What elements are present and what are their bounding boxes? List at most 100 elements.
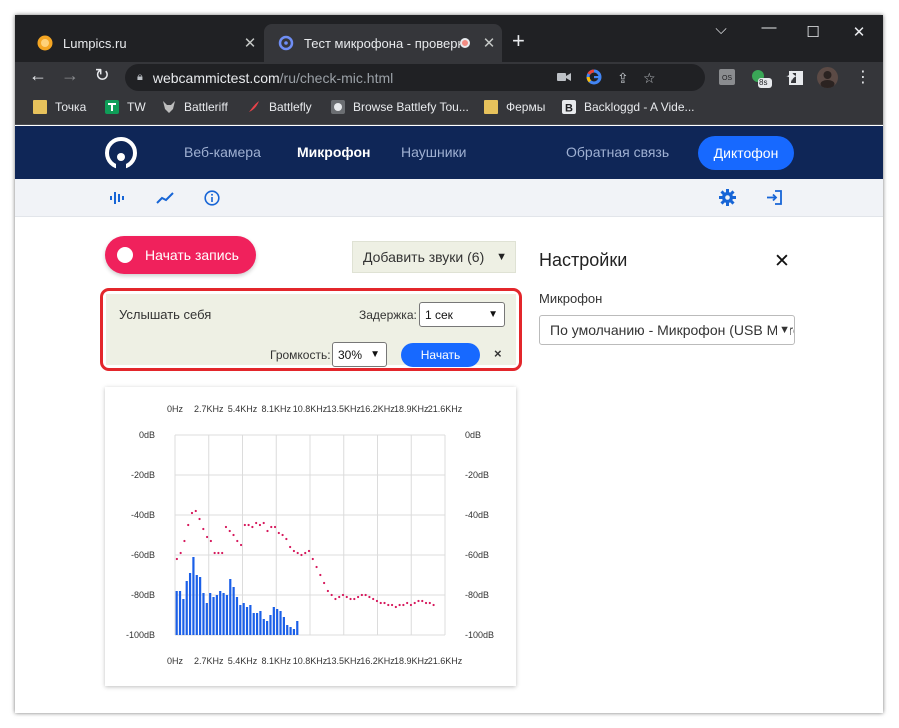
nav-microphone[interactable]: Микрофон: [297, 144, 370, 160]
spectrum-peak-dot: [349, 597, 352, 601]
bookmark-tw[interactable]: TW: [105, 100, 146, 114]
tab-mic-test[interactable]: Тест микрофона - проверка ✕: [264, 24, 502, 62]
chevron-down-icon: ▼: [370, 349, 380, 360]
minimize-button[interactable]: —: [746, 19, 792, 36]
tab-lumpics[interactable]: Lumpics.ru ✕: [23, 24, 263, 62]
tab-search-icon[interactable]: ⌵: [698, 21, 744, 38]
start-recording-button[interactable]: Начать запись: [105, 236, 256, 274]
spectrum-peak-dot: [319, 573, 322, 577]
nav-webcam[interactable]: Веб-камера: [184, 144, 261, 160]
line-graph-icon[interactable]: [156, 191, 174, 205]
y-tick-label-right: 0dB: [465, 430, 481, 440]
lumpics-favicon-icon: [37, 35, 53, 51]
bookmark-battlefly[interactable]: Battlefly: [247, 100, 312, 114]
spectrum-peak-dot: [239, 543, 243, 547]
microphone-select[interactable]: По умолчанию - Микрофон (USB Micro ▼: [539, 315, 795, 345]
spectrum-bar: [292, 629, 296, 635]
spectrum-bar: [205, 603, 208, 635]
x-tick-label-top: 0Hz: [167, 404, 184, 414]
nav-feedback[interactable]: Обратная связь: [566, 144, 669, 160]
hear-yourself-panel: Услышать себя Задержка: 1 сек ▼ Громкост…: [106, 294, 516, 367]
waveform-icon[interactable]: [109, 190, 125, 206]
spectrum-bar: [219, 591, 222, 635]
kebab-menu-icon[interactable]: ⋮: [855, 67, 871, 87]
add-sounds-select[interactable]: Добавить звуки (6) ▼: [352, 241, 516, 273]
close-hear-yourself-icon[interactable]: ×: [494, 346, 502, 361]
login-icon[interactable]: [766, 189, 783, 206]
close-window-button[interactable]: ✕: [836, 23, 882, 41]
spectrum-bar: [255, 613, 259, 635]
bookmark-label: Browse Battlefy Tou...: [353, 100, 469, 114]
gear-icon[interactable]: [719, 189, 736, 206]
x-tick-label-top: 13.5KHz: [326, 404, 361, 414]
spectrum-peak-dot: [273, 525, 277, 529]
info-icon[interactable]: [204, 190, 220, 206]
tab-close-icon[interactable]: ✕: [237, 34, 263, 52]
site-navbar: Веб-камера Микрофон Наушники Обратная св…: [15, 126, 883, 179]
tab-close-icon[interactable]: ✕: [476, 34, 502, 52]
camera-icon[interactable]: [557, 71, 571, 83]
spectrum-peak-dot: [417, 599, 420, 603]
y-tick-label-right: -100dB: [465, 630, 494, 640]
tab-title: Тест микрофона - проверка: [304, 35, 460, 51]
spectrum-peak-dot: [255, 521, 258, 525]
new-tab-button[interactable]: +: [512, 29, 525, 53]
x-tick-label-top: 5.4KHz: [228, 404, 258, 414]
x-tick-label-bottom: 16.2KHz: [360, 656, 395, 666]
bookmark-battleriff[interactable]: Battleriff: [162, 100, 228, 114]
spectrum-bar: [212, 597, 215, 635]
spectrum-peak-dot: [364, 593, 367, 597]
wolf-icon: [163, 101, 175, 113]
recording-indicator-icon: [460, 38, 470, 48]
spectrum-bar: [235, 597, 239, 635]
spectrum-peak-dot: [409, 603, 413, 607]
reload-icon[interactable]: ↻: [89, 65, 115, 86]
spectrum-peak-dot: [228, 529, 231, 533]
spectrum-peak-dot: [345, 595, 348, 599]
x-tick-label-bottom: 0Hz: [167, 656, 184, 666]
back-arrow-icon[interactable]: ←: [25, 65, 51, 86]
x-tick-label-bottom: 5.4KHz: [228, 656, 258, 666]
volume-select[interactable]: 30% ▼: [332, 342, 387, 367]
nav-headphones[interactable]: Наушники: [401, 144, 466, 160]
bookmark-fermy[interactable]: Фермы: [484, 100, 545, 114]
close-settings-icon[interactable]: ✕: [774, 250, 790, 273]
spectrum-peak-dot: [243, 523, 246, 527]
y-tick-label-left: -100dB: [126, 630, 155, 640]
url-path: /ru/check-mic.html: [279, 69, 394, 86]
forward-arrow-icon[interactable]: →: [57, 65, 83, 86]
chevron-down-icon: ▼: [777, 324, 790, 336]
tw-icon: [105, 100, 119, 114]
y-tick-label-left: -80dB: [131, 590, 155, 600]
x-tick-label-bottom: 8.1KHz: [261, 656, 291, 666]
spectrum-peak-dot: [390, 603, 394, 607]
folder-icon: [33, 100, 47, 114]
bookmark-battlefy[interactable]: Browse Battlefy Tou...: [331, 100, 469, 114]
start-monitoring-button[interactable]: Начать: [401, 343, 480, 367]
delay-select[interactable]: 1 сек ▼: [419, 302, 505, 327]
bookmark-star-icon[interactable]: ☆: [643, 70, 656, 87]
y-tick-label-right: -40dB: [465, 510, 489, 520]
spectrum-bar: [239, 605, 242, 635]
spectrum-peak-dot: [285, 537, 288, 541]
bookmark-backloggd[interactable]: B Backloggd - A Vide...: [562, 100, 695, 114]
spectrum-peak-dot: [179, 551, 182, 555]
dictophone-button[interactable]: Диктофон: [698, 136, 794, 170]
delay-value: 1 сек: [425, 307, 453, 322]
x-tick-label-top: 2.7KHz: [194, 404, 224, 414]
maximize-button[interactable]: ☐: [790, 23, 836, 41]
volume-label: Громкость:: [270, 348, 331, 362]
google-icon[interactable]: [586, 69, 602, 85]
spectrum-peak-dot: [372, 597, 375, 601]
address-bar[interactable]: 🔒︎ webcammictest.com/ru/check-mic.html ⇪…: [125, 64, 705, 91]
spectrum-peak-dot: [424, 601, 428, 605]
profile-avatar[interactable]: [817, 67, 838, 88]
share-icon[interactable]: ⇪: [617, 70, 629, 87]
lastfm-extension-icon[interactable]: OS: [719, 69, 735, 85]
bookmark-tochka[interactable]: Точка: [33, 100, 86, 114]
spectrum-peak-dot: [183, 539, 186, 543]
side-panel-icon[interactable]: [789, 71, 803, 85]
browser-toolbar: ← → ↻ 🔒︎ webcammictest.com/ru/check-mic.…: [15, 62, 883, 93]
x-tick-label-top: 18.9KHz: [394, 404, 429, 414]
bookmark-label: Точка: [55, 100, 87, 114]
